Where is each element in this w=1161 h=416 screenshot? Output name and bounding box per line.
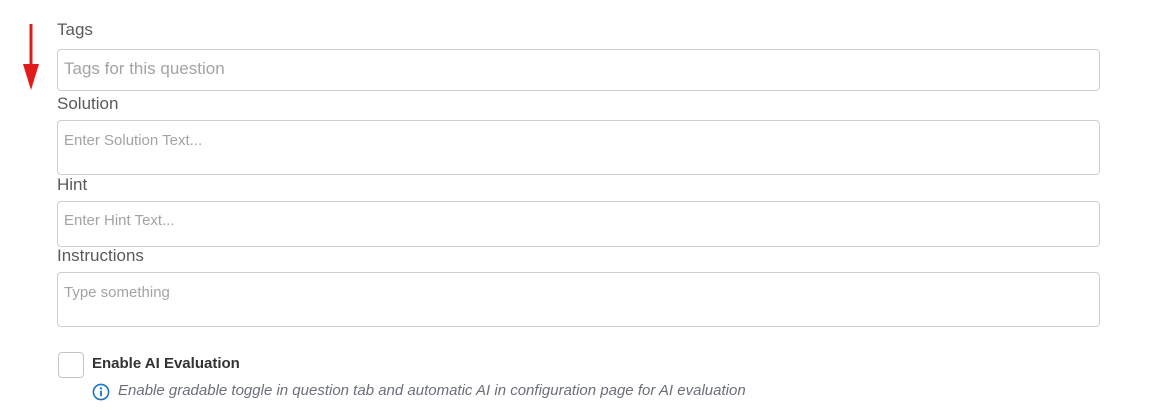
instructions-label: Instructions [57, 246, 144, 265]
ai-evaluation-help-text: Enable gradable toggle in question tab a… [118, 382, 746, 399]
hint-placeholder: Enter Hint Text... [64, 212, 175, 229]
tags-placeholder: Tags for this question [64, 59, 225, 78]
tags-label: Tags [57, 20, 93, 39]
enable-ai-evaluation-checkbox[interactable] [58, 352, 84, 378]
hint-textarea[interactable]: Enter Hint Text... [57, 201, 1100, 247]
solution-textarea[interactable]: Enter Solution Text... [57, 120, 1100, 175]
hint-label: Hint [57, 175, 88, 194]
enable-ai-evaluation-label[interactable]: Enable AI Evaluation [92, 355, 240, 372]
instructions-placeholder: Type something [64, 284, 170, 301]
tags-input[interactable]: Tags for this question [57, 49, 1100, 91]
solution-placeholder: Enter Solution Text... [64, 132, 203, 149]
info-circle-icon [92, 383, 110, 401]
solution-label: Solution [57, 94, 119, 113]
arrow-down-icon [23, 24, 39, 90]
instructions-textarea[interactable]: Type something [57, 272, 1100, 327]
